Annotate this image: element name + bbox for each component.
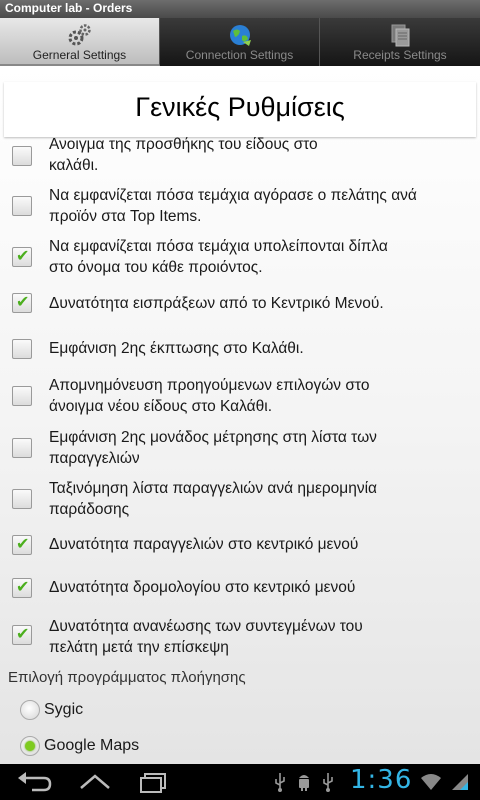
checkmark-icon: ✔ — [16, 534, 30, 553]
tab-bar: Gerneral Settings Connection Settings Re… — [0, 18, 480, 66]
setting-label: Δυνατότητα δρομολογίου στο κεντρικό μενο… — [49, 577, 477, 598]
window-title: Computer lab - Orders — [5, 1, 133, 15]
checkbox[interactable]: ✔ — [12, 196, 32, 216]
radio-label: Sygic — [44, 701, 84, 718]
setting-label: Εμφάνιση 2ης έκπτωσης στο Καλάθι. — [49, 338, 477, 359]
checkmark-icon: ✔ — [16, 624, 30, 643]
checkbox[interactable]: ✔ — [12, 577, 32, 598]
setting-row[interactable]: ✔ Δυνατότητα δρομολογίου στο κεντρικό με… — [0, 573, 480, 603]
setting-label-line2: πελάτη μετά την επίσκεψη — [49, 639, 229, 656]
checkbox[interactable]: ✔ — [12, 624, 32, 645]
radio-option-sygic[interactable]: Sygic — [0, 698, 480, 728]
setting-row[interactable]: ✔ Εμφάνιση 2ης μονάδος μέτρησης στη λίστ… — [0, 426, 480, 470]
setting-label: Δυνατότητα ανανέωσης των συντεγμένων του… — [49, 616, 477, 658]
checkbox[interactable]: ✔ — [12, 438, 32, 458]
setting-label-line1: Ανοιγμα της προσθήκης του είδους στο — [49, 136, 318, 153]
setting-label-line2: παραγγελιών — [49, 450, 140, 467]
checkbox[interactable]: ✔ — [12, 534, 32, 555]
checkmark-icon: ✔ — [16, 292, 30, 311]
back-icon[interactable] — [14, 770, 54, 794]
clock: 1:36 — [350, 765, 413, 795]
setting-label-line2: στο όνομα του κάθε προιόντος. — [49, 259, 263, 276]
setting-label: Να εμφανίζεται πόσα τεμάχια αγόρασε ο πε… — [49, 185, 477, 227]
tab-receipts-settings[interactable]: Receipts Settings — [320, 18, 480, 66]
setting-label: Να εμφανίζεται πόσα τεμάχια υπολείπονται… — [49, 236, 477, 278]
setting-label-line2: προϊόν στα Top Items. — [49, 208, 202, 225]
setting-label-line1: Δυνατότητα παραγγελιών στο κεντρικό μενο… — [49, 536, 359, 553]
checkbox[interactable]: ✔ — [12, 292, 32, 313]
checkmark-icon: ✔ — [16, 246, 30, 265]
title-bar: Computer lab - Orders — [0, 0, 480, 18]
usb-icon — [323, 773, 333, 792]
setting-row[interactable]: ✔ Απομνημόνευση προηγούμενων επιλογών στ… — [0, 374, 480, 418]
navigation-program-label: Επιλογή προγράμματος πλοήγησης — [8, 669, 246, 686]
setting-row[interactable]: ✔ Εμφάνιση 2ης έκπτωσης στο Καλάθι. — [0, 334, 480, 364]
radio-option-google-maps[interactable]: Google Maps — [0, 734, 480, 764]
page-title: Γενικές Ρυθμίσεις — [135, 92, 345, 122]
setting-row[interactable]: ✔ Ταξινόμηση λίστα παραγγελιών ανά ημερο… — [0, 477, 480, 521]
setting-label: Δυνατότητα εισπράξεων από το Κεντρικό Με… — [49, 293, 477, 314]
setting-row[interactable]: ✔ Δυνατότητα παραγγελιών στο κεντρικό με… — [0, 530, 480, 560]
radio-button[interactable] — [20, 700, 40, 720]
setting-label-line1: Δυνατότητα εισπράξεων από το Κεντρικό Με… — [49, 295, 384, 312]
tab-connection-settings[interactable]: Connection Settings — [160, 18, 320, 66]
checkbox[interactable]: ✔ — [12, 489, 32, 509]
page-heading-box: Γενικές Ρυθμίσεις — [4, 82, 476, 137]
setting-label-line2: καλάθι. — [49, 157, 99, 174]
setting-label-line1: Δυνατότητα δρομολογίου στο κεντρικό μενο… — [49, 579, 356, 596]
setting-label-line1: Δυνατότητα ανανέωσης των συντεγμένων του — [49, 618, 363, 635]
settings-content[interactable]: ✔ Ανοιγμα της προσθήκης του είδους στο κ… — [0, 66, 480, 764]
system-bar: 1:36 — [0, 764, 480, 800]
setting-label: Δυνατότητα παραγγελιών στο κεντρικό μενο… — [49, 534, 477, 555]
recent-apps-icon[interactable] — [133, 770, 173, 794]
tab-general-settings[interactable]: Gerneral Settings — [0, 18, 160, 66]
radio-dot-icon — [25, 741, 35, 751]
tab-label: Gerneral Settings — [32, 48, 127, 62]
setting-label-line1: Να εμφανίζεται πόσα τεμάχια αγόρασε ο πε… — [49, 187, 417, 204]
android-debug-icon — [299, 775, 309, 791]
wifi-icon — [421, 774, 441, 790]
checkbox[interactable]: ✔ — [12, 246, 32, 267]
setting-label-line1: Απομνημόνευση προηγούμενων επιλογών στο — [49, 377, 370, 394]
checkbox[interactable]: ✔ — [12, 146, 32, 166]
radio-label: Google Maps — [44, 737, 140, 754]
radio-button[interactable] — [20, 736, 40, 756]
setting-label-line1: Εμφάνιση 2ης έκπτωσης στο Καλάθι. — [49, 340, 304, 357]
checkbox[interactable]: ✔ — [12, 339, 32, 359]
home-icon[interactable] — [75, 770, 115, 794]
usb-icon — [275, 773, 285, 792]
setting-label: Απομνημόνευση προηγούμενων επιλογών στο … — [49, 375, 477, 417]
setting-label: Ανοιγμα της προσθήκης του είδους στο καλ… — [49, 134, 477, 176]
checkbox[interactable]: ✔ — [12, 386, 32, 406]
setting-label: Εμφάνιση 2ης μονάδος μέτρησης στη λίστα … — [49, 427, 477, 469]
tab-label: Receipts Settings — [353, 48, 447, 62]
setting-label-line1: Να εμφανίζεται πόσα τεμάχια υπολείπονται… — [49, 238, 388, 255]
setting-row[interactable]: ✔ Να εμφανίζεται πόσα τεμάχια υπολείποντ… — [0, 235, 480, 279]
setting-label-line2: άνοιγμα νέου είδους στο Καλάθι. — [49, 398, 272, 415]
setting-label-line1: Εμφάνιση 2ης μονάδος μέτρησης στη λίστα … — [49, 429, 377, 446]
tab-label: Connection Settings — [185, 48, 294, 62]
gears-icon — [68, 24, 91, 46]
checkmark-icon: ✔ — [16, 577, 30, 596]
documents-icon — [391, 24, 410, 47]
setting-label: Ταξινόμηση λίστα παραγγελιών ανά ημερομη… — [49, 478, 477, 520]
setting-label-line2: παράδοσης — [49, 501, 130, 518]
setting-label-line1: Ταξινόμηση λίστα παραγγελιών ανά ημερομη… — [49, 480, 378, 497]
signal-icon — [452, 774, 468, 790]
globe-icon — [229, 25, 251, 46]
setting-row[interactable]: ✔ Να εμφανίζεται πόσα τεμάχια αγόρασε ο … — [0, 184, 480, 228]
setting-row[interactable]: ✔ Ανοιγμα της προσθήκης του είδους στο κ… — [0, 134, 480, 178]
setting-row[interactable]: ✔ Δυνατότητα εισπράξεων από το Κεντρικό … — [0, 288, 480, 318]
setting-row[interactable]: ✔ Δυνατότητα ανανέωσης των συντεγμένων τ… — [0, 615, 480, 659]
